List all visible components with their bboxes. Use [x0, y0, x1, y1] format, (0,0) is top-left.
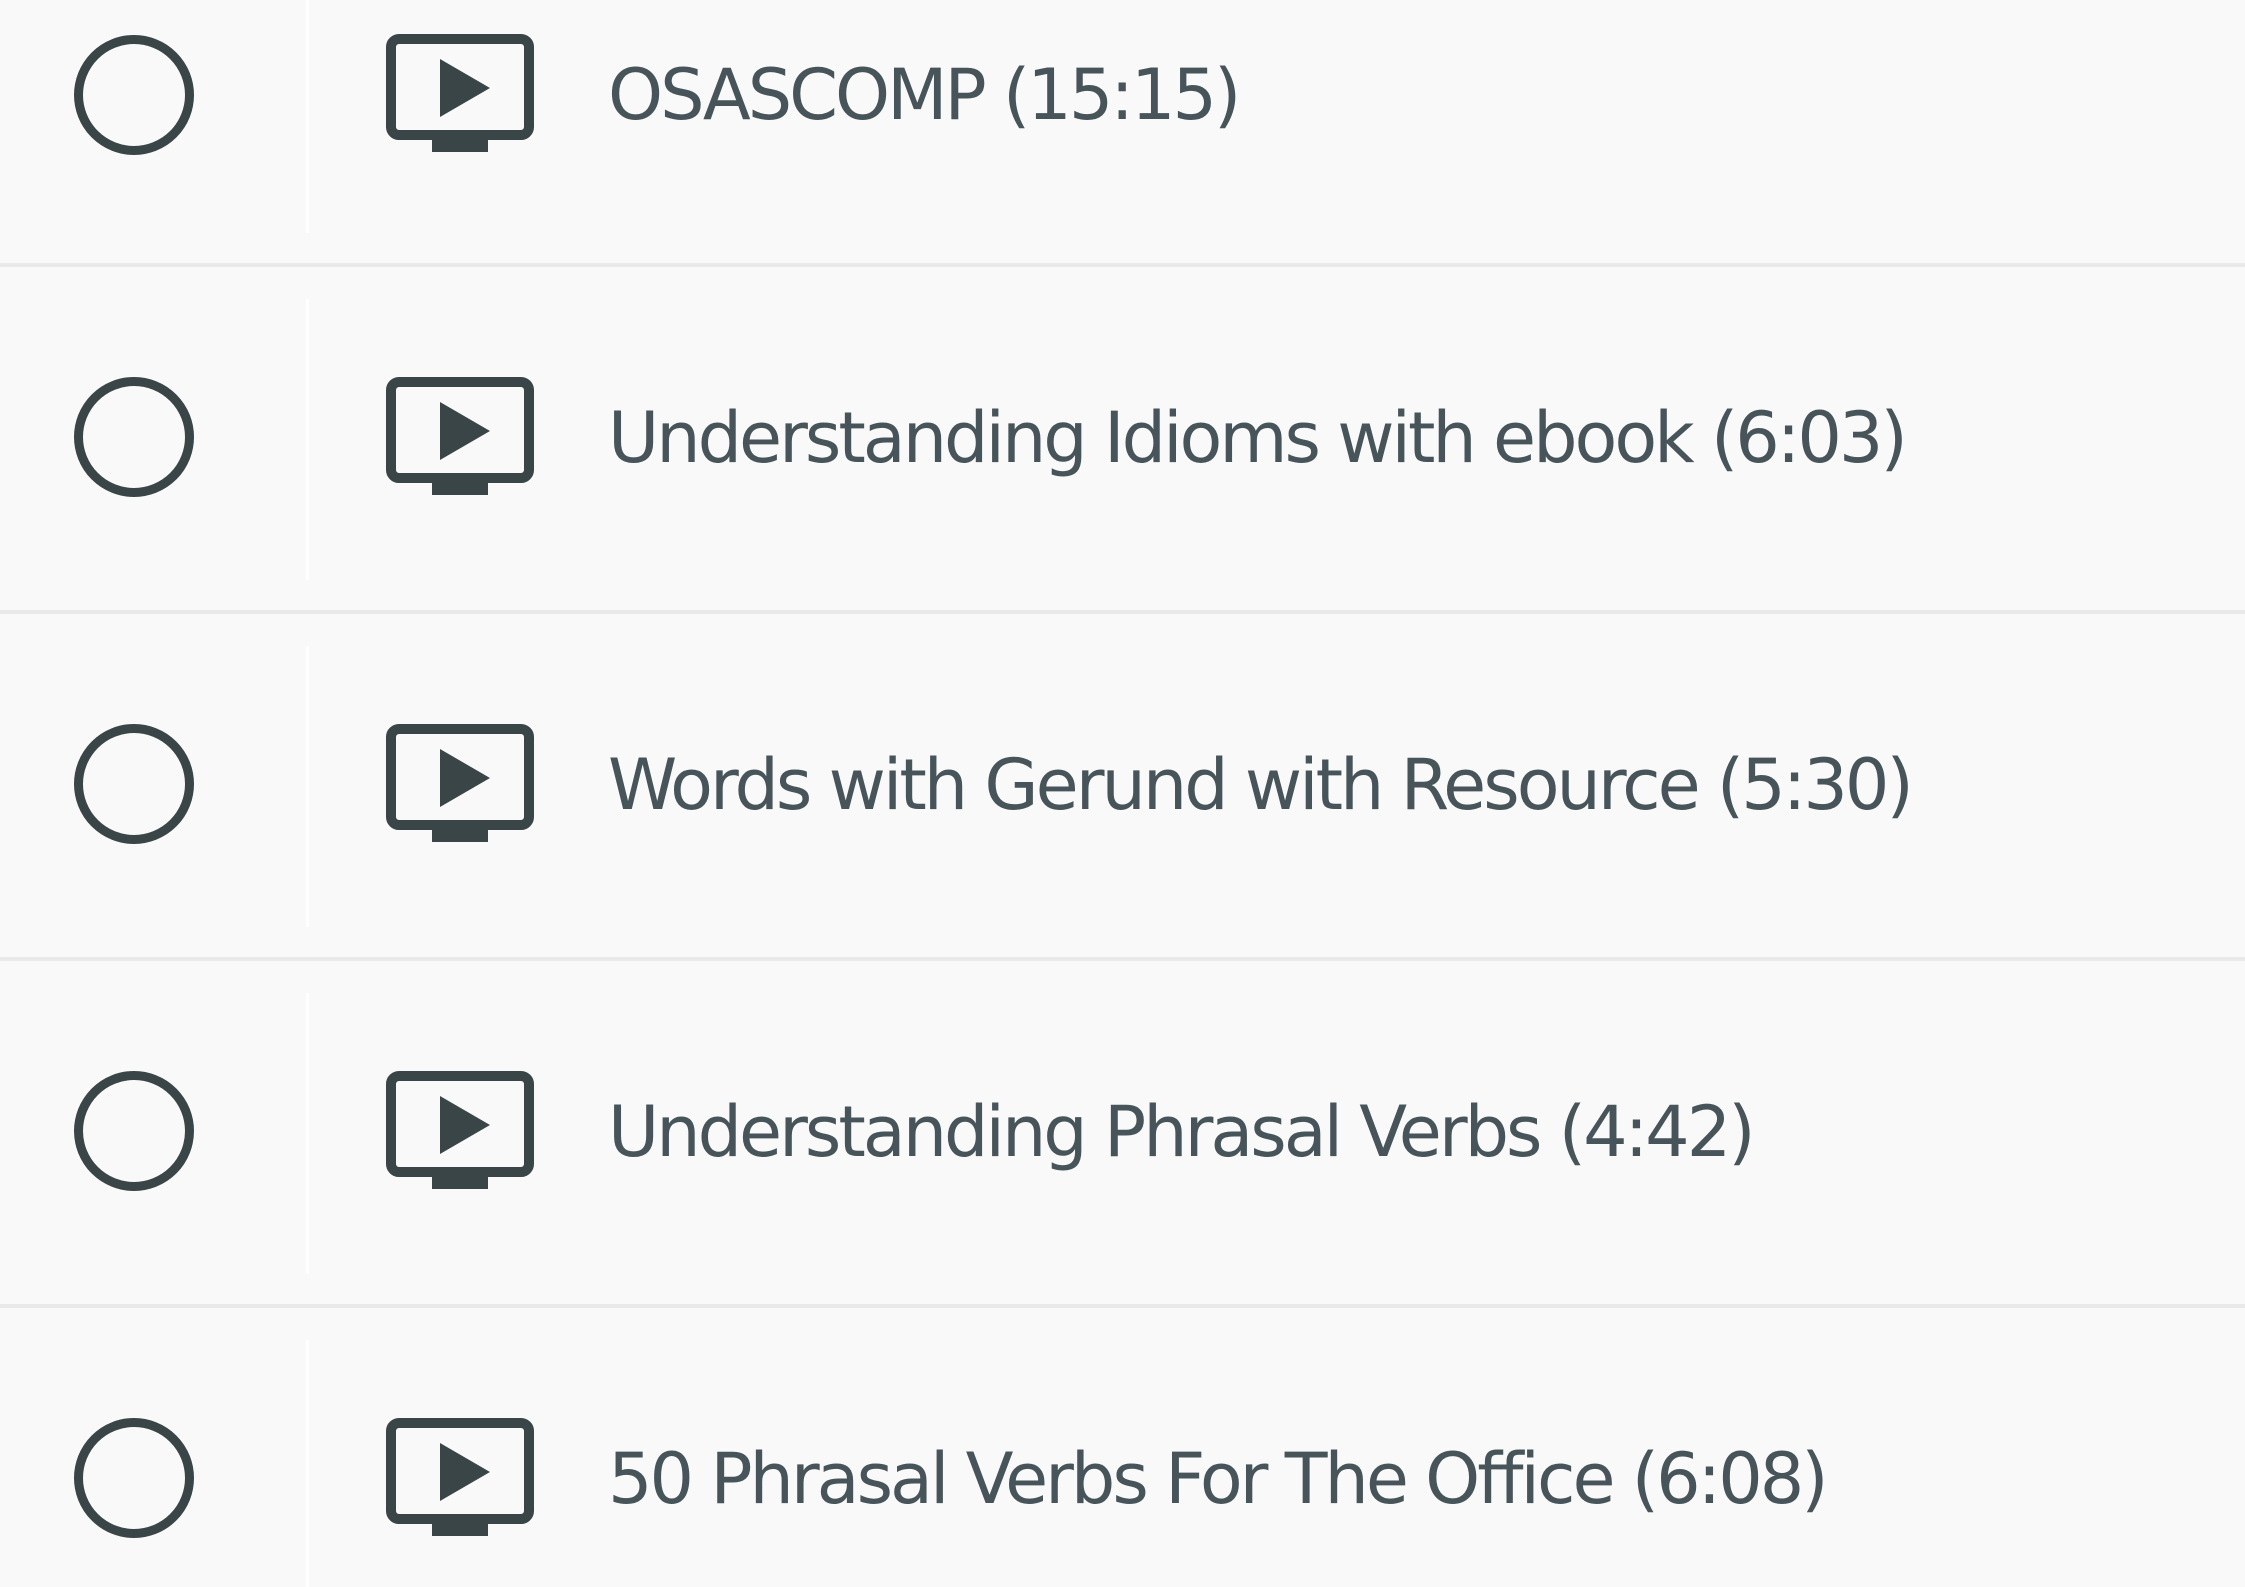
lesson-title: Words with Gerund with Resource (5:30): [608, 744, 1914, 826]
completion-cell: [0, 963, 310, 1304]
completion-cell: [0, 616, 310, 957]
video-icon: [386, 724, 534, 842]
lesson-title: OSASCOMP (15:15): [608, 54, 1241, 136]
lesson-list: OSASCOMP (15:15) Understanding Idioms wi…: [0, 0, 2245, 1587]
completion-cell: [0, 0, 310, 263]
cell-divider: [306, 993, 309, 1274]
completion-circle-icon[interactable]: [74, 1418, 194, 1538]
completion-circle-icon[interactable]: [74, 724, 194, 844]
video-icon: [386, 1071, 534, 1189]
lesson-row[interactable]: Understanding Idioms with ebook (6:03): [0, 269, 2245, 614]
lesson-row[interactable]: Understanding Phrasal Verbs (4:42): [0, 963, 2245, 1308]
cell-divider: [306, 1340, 309, 1587]
lesson-title: Understanding Phrasal Verbs (4:42): [608, 1091, 1756, 1173]
lesson-title: Understanding Idioms with ebook (6:03): [608, 397, 1908, 479]
completion-circle-icon[interactable]: [74, 35, 194, 155]
cell-divider: [306, 299, 309, 580]
completion-cell: [0, 269, 310, 610]
lesson-row[interactable]: 50 Phrasal Verbs For The Office (6:08): [0, 1310, 2245, 1587]
video-icon: [386, 1418, 534, 1536]
video-icon: [386, 34, 534, 152]
video-icon: [386, 377, 534, 495]
completion-circle-icon[interactable]: [74, 1071, 194, 1191]
lesson-row[interactable]: Words with Gerund with Resource (5:30): [0, 616, 2245, 961]
cell-divider: [306, 0, 309, 233]
lesson-row[interactable]: OSASCOMP (15:15): [0, 0, 2245, 267]
completion-circle-icon[interactable]: [74, 377, 194, 497]
completion-cell: [0, 1310, 310, 1587]
cell-divider: [306, 646, 309, 927]
lesson-title: 50 Phrasal Verbs For The Office (6:08): [608, 1438, 1829, 1520]
